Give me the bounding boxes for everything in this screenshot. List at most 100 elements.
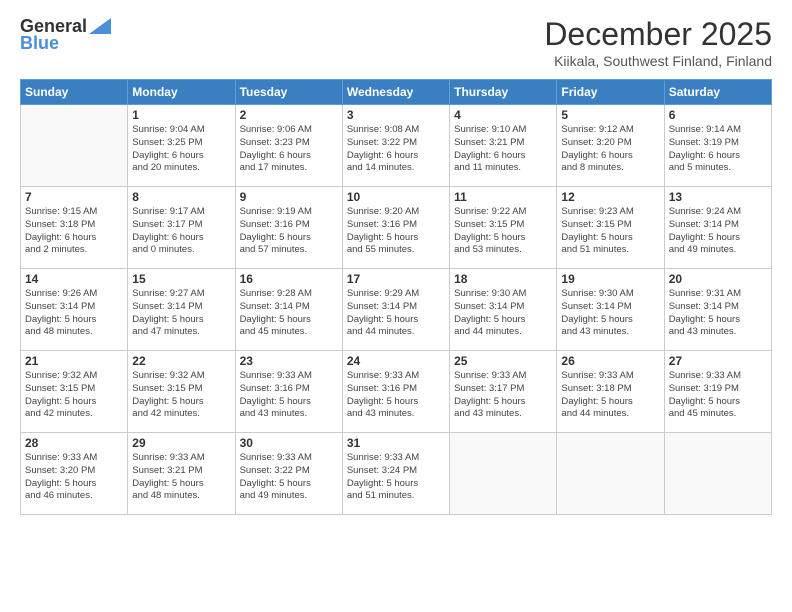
calendar-cell [450, 433, 557, 515]
logo-blue-text: Blue [20, 33, 59, 54]
cell-info: Sunrise: 9:30 AM Sunset: 3:14 PM Dayligh… [454, 288, 552, 339]
header-row: Sunday Monday Tuesday Wednesday Thursday… [21, 80, 772, 105]
calendar-cell: 28 Sunrise: 9:33 AM Sunset: 3:20 PM Dayli… [21, 433, 128, 515]
cell-info: Sunrise: 9:33 AM Sunset: 3:21 PM Dayligh… [132, 452, 230, 503]
calendar-cell: 14 Sunrise: 9:26 AM Sunset: 3:14 PM Dayli… [21, 269, 128, 351]
day-number: 20 [669, 272, 767, 286]
calendar-cell [21, 105, 128, 187]
col-thursday: Thursday [450, 80, 557, 105]
calendar-week-row: 21 Sunrise: 9:32 AM Sunset: 3:15 PM Dayli… [21, 351, 772, 433]
logo: General Blue [20, 16, 111, 54]
day-number: 13 [669, 190, 767, 204]
calendar-cell: 21 Sunrise: 9:32 AM Sunset: 3:15 PM Dayli… [21, 351, 128, 433]
day-number: 9 [240, 190, 338, 204]
cell-info: Sunrise: 9:27 AM Sunset: 3:14 PM Dayligh… [132, 288, 230, 339]
day-number: 16 [240, 272, 338, 286]
day-number: 2 [240, 108, 338, 122]
day-number: 27 [669, 354, 767, 368]
page: General Blue December 2025 Kiikala, Sout… [0, 0, 792, 612]
calendar-cell: 15 Sunrise: 9:27 AM Sunset: 3:14 PM Dayli… [128, 269, 235, 351]
calendar-table: Sunday Monday Tuesday Wednesday Thursday… [20, 79, 772, 515]
cell-info: Sunrise: 9:33 AM Sunset: 3:24 PM Dayligh… [347, 452, 445, 503]
calendar-cell: 29 Sunrise: 9:33 AM Sunset: 3:21 PM Dayli… [128, 433, 235, 515]
cell-info: Sunrise: 9:33 AM Sunset: 3:17 PM Dayligh… [454, 370, 552, 421]
cell-info: Sunrise: 9:26 AM Sunset: 3:14 PM Dayligh… [25, 288, 123, 339]
location: Kiikala, Southwest Finland, Finland [544, 53, 772, 69]
calendar-cell: 31 Sunrise: 9:33 AM Sunset: 3:24 PM Dayli… [342, 433, 449, 515]
col-saturday: Saturday [664, 80, 771, 105]
cell-info: Sunrise: 9:29 AM Sunset: 3:14 PM Dayligh… [347, 288, 445, 339]
cell-info: Sunrise: 9:04 AM Sunset: 3:25 PM Dayligh… [132, 124, 230, 175]
cell-info: Sunrise: 9:32 AM Sunset: 3:15 PM Dayligh… [25, 370, 123, 421]
cell-info: Sunrise: 9:33 AM Sunset: 3:16 PM Dayligh… [347, 370, 445, 421]
calendar-cell: 25Sunrise: 9:33 AM Sunset: 3:17 PM Dayli… [450, 351, 557, 433]
calendar-cell: 13 Sunrise: 9:24 AM Sunset: 3:14 PM Dayli… [664, 187, 771, 269]
day-number: 29 [132, 436, 230, 450]
cell-info: Sunrise: 9:31 AM Sunset: 3:14 PM Dayligh… [669, 288, 767, 339]
cell-info: Sunrise: 9:28 AM Sunset: 3:14 PM Dayligh… [240, 288, 338, 339]
day-number: 22 [132, 354, 230, 368]
calendar-cell: 16 Sunrise: 9:28 AM Sunset: 3:14 PM Dayli… [235, 269, 342, 351]
day-number: 4 [454, 108, 552, 122]
calendar-cell: 30Sunrise: 9:33 AM Sunset: 3:22 PM Dayli… [235, 433, 342, 515]
day-number: 15 [132, 272, 230, 286]
col-wednesday: Wednesday [342, 80, 449, 105]
day-number: 31 [347, 436, 445, 450]
calendar-week-row: 1 Sunrise: 9:04 AM Sunset: 3:25 PM Daylig… [21, 105, 772, 187]
day-number: 10 [347, 190, 445, 204]
cell-info: Sunrise: 9:12 AM Sunset: 3:20 PM Dayligh… [561, 124, 659, 175]
calendar-cell: 23Sunrise: 9:33 AM Sunset: 3:16 PM Dayli… [235, 351, 342, 433]
col-sunday: Sunday [21, 80, 128, 105]
calendar-cell: 4 Sunrise: 9:10 AM Sunset: 3:21 PM Daylig… [450, 105, 557, 187]
cell-info: Sunrise: 9:33 AM Sunset: 3:20 PM Dayligh… [25, 452, 123, 503]
cell-info: Sunrise: 9:33 AM Sunset: 3:16 PM Dayligh… [240, 370, 338, 421]
calendar-cell: 18 Sunrise: 9:30 AM Sunset: 3:14 PM Dayli… [450, 269, 557, 351]
calendar-cell: 26Sunrise: 9:33 AM Sunset: 3:18 PM Dayli… [557, 351, 664, 433]
calendar-cell: 11Sunrise: 9:22 AM Sunset: 3:15 PM Dayli… [450, 187, 557, 269]
day-number: 18 [454, 272, 552, 286]
calendar-cell [664, 433, 771, 515]
logo-icon [89, 18, 111, 34]
cell-info: Sunrise: 9:19 AM Sunset: 3:16 PM Dayligh… [240, 206, 338, 257]
cell-info: Sunrise: 9:24 AM Sunset: 3:14 PM Dayligh… [669, 206, 767, 257]
day-number: 17 [347, 272, 445, 286]
calendar-cell: 6 Sunrise: 9:14 AM Sunset: 3:19 PM Daylig… [664, 105, 771, 187]
day-number: 19 [561, 272, 659, 286]
day-number: 21 [25, 354, 123, 368]
day-number: 30 [240, 436, 338, 450]
day-number: 7 [25, 190, 123, 204]
day-number: 11 [454, 190, 552, 204]
cell-info: Sunrise: 9:30 AM Sunset: 3:14 PM Dayligh… [561, 288, 659, 339]
calendar-cell [557, 433, 664, 515]
calendar-cell: 10 Sunrise: 9:20 AM Sunset: 3:16 PM Dayli… [342, 187, 449, 269]
calendar-cell: 24Sunrise: 9:33 AM Sunset: 3:16 PM Dayli… [342, 351, 449, 433]
day-number: 3 [347, 108, 445, 122]
day-number: 1 [132, 108, 230, 122]
cell-info: Sunrise: 9:17 AM Sunset: 3:17 PM Dayligh… [132, 206, 230, 257]
cell-info: Sunrise: 9:10 AM Sunset: 3:21 PM Dayligh… [454, 124, 552, 175]
month-title: December 2025 [544, 16, 772, 53]
header: General Blue December 2025 Kiikala, Sout… [20, 16, 772, 69]
cell-info: Sunrise: 9:15 AM Sunset: 3:18 PM Dayligh… [25, 206, 123, 257]
day-number: 5 [561, 108, 659, 122]
cell-info: Sunrise: 9:06 AM Sunset: 3:23 PM Dayligh… [240, 124, 338, 175]
calendar-cell: 1 Sunrise: 9:04 AM Sunset: 3:25 PM Daylig… [128, 105, 235, 187]
cell-info: Sunrise: 9:33 AM Sunset: 3:19 PM Dayligh… [669, 370, 767, 421]
cell-info: Sunrise: 9:14 AM Sunset: 3:19 PM Dayligh… [669, 124, 767, 175]
calendar-week-row: 14 Sunrise: 9:26 AM Sunset: 3:14 PM Dayli… [21, 269, 772, 351]
col-monday: Monday [128, 80, 235, 105]
day-number: 12 [561, 190, 659, 204]
calendar-cell: 20 Sunrise: 9:31 AM Sunset: 3:14 PM Dayli… [664, 269, 771, 351]
calendar-cell: 17 Sunrise: 9:29 AM Sunset: 3:14 PM Dayli… [342, 269, 449, 351]
calendar-cell: 7 Sunrise: 9:15 AM Sunset: 3:18 PM Daylig… [21, 187, 128, 269]
cell-info: Sunrise: 9:20 AM Sunset: 3:16 PM Dayligh… [347, 206, 445, 257]
cell-info: Sunrise: 9:23 AM Sunset: 3:15 PM Dayligh… [561, 206, 659, 257]
day-number: 28 [25, 436, 123, 450]
calendar-week-row: 28 Sunrise: 9:33 AM Sunset: 3:20 PM Dayli… [21, 433, 772, 515]
calendar-cell: 9 Sunrise: 9:19 AM Sunset: 3:16 PM Daylig… [235, 187, 342, 269]
cell-info: Sunrise: 9:33 AM Sunset: 3:18 PM Dayligh… [561, 370, 659, 421]
day-number: 6 [669, 108, 767, 122]
col-friday: Friday [557, 80, 664, 105]
day-number: 14 [25, 272, 123, 286]
title-block: December 2025 Kiikala, Southwest Finland… [544, 16, 772, 69]
